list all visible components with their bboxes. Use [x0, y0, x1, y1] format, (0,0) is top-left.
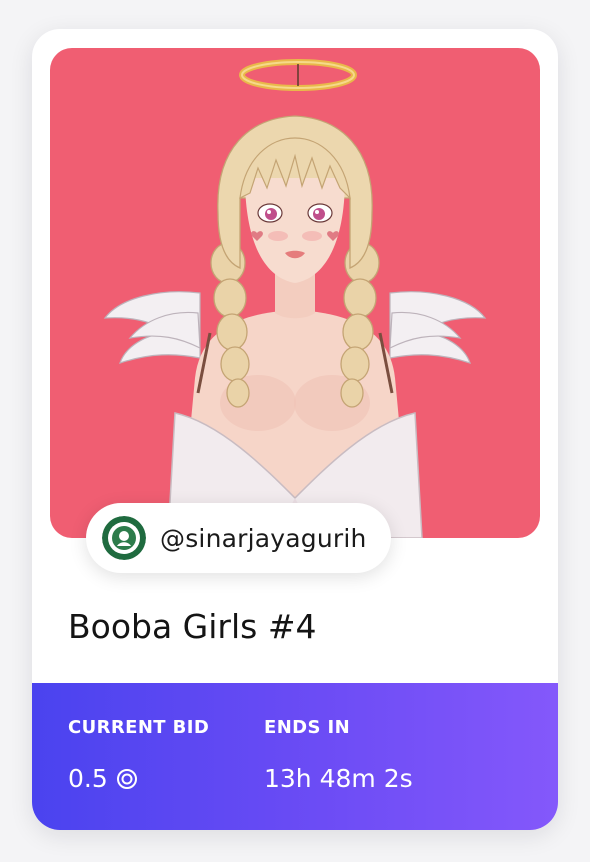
coin-icon: [116, 768, 138, 790]
current-bid-label: CURRENT BID: [68, 717, 210, 738]
creator-handle[interactable]: @sinarjayagurih: [160, 524, 367, 553]
current-bid-value: 0.5: [68, 764, 108, 793]
countdown-value: 13h 48m 2s: [264, 764, 413, 793]
ends-in-label: ENDS IN: [264, 717, 351, 738]
nft-artwork[interactable]: [50, 48, 540, 538]
nft-card[interactable]: @sinarjayagurih Booba Girls #4 CURRENT B…: [32, 29, 558, 830]
creator-badge[interactable]: @sinarjayagurih: [86, 503, 391, 573]
current-bid-block: CURRENT BID 0.5: [68, 717, 209, 793]
current-bid-value-row: 0.5: [68, 764, 209, 793]
sinarjaya-logo-icon: [102, 516, 146, 560]
nft-title: Booba Girls #4: [68, 607, 317, 646]
ends-in-block: ENDS IN 13h 48m 2s: [264, 717, 413, 793]
page: @sinarjayagurih Booba Girls #4 CURRENT B…: [0, 0, 590, 862]
creator-avatar[interactable]: [102, 516, 146, 560]
artwork-illustration: [50, 48, 540, 538]
auction-panel: CURRENT BID 0.5 ENDS IN 13h 48m 2s: [32, 683, 558, 830]
